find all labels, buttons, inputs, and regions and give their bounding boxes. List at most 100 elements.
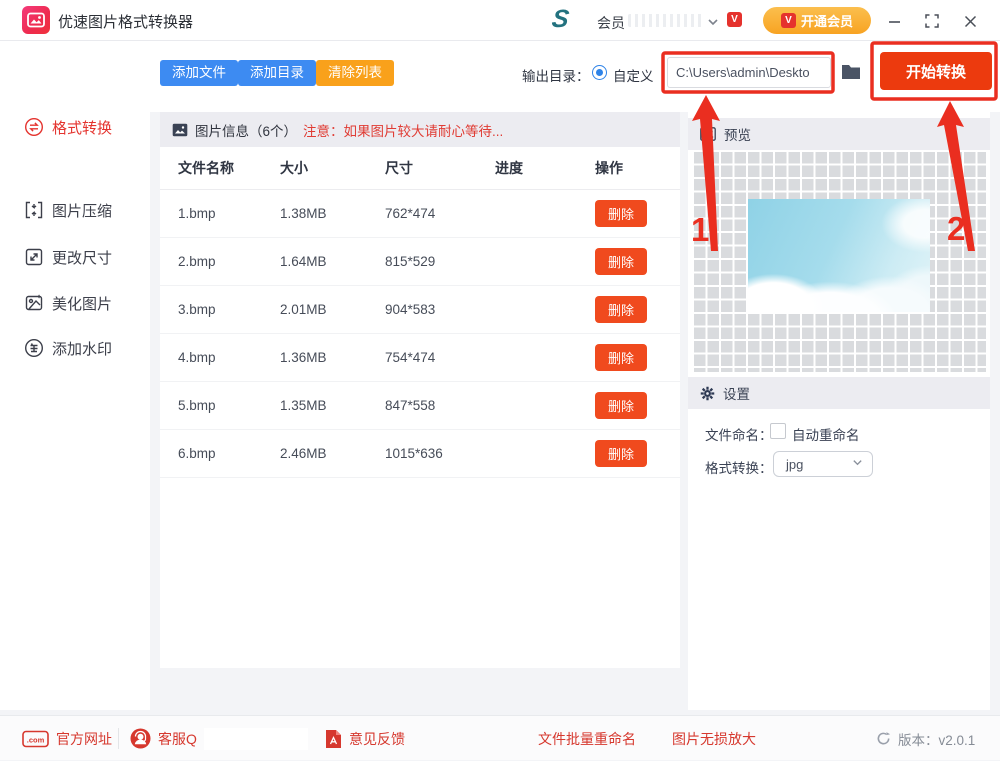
minimize-button[interactable] [884, 11, 904, 31]
actions-cell: 删除 [590, 248, 675, 275]
sidebar-item-image-compress[interactable]: 图片压缩 [0, 193, 150, 227]
custom-output-label: 自定义 [613, 69, 654, 84]
file-info-bar: 图片信息（6个） 注意：如果图片较大请耐心等待... [160, 112, 680, 147]
maximize-button[interactable] [922, 11, 942, 31]
sidebar-item-label: 美化图片 [52, 295, 113, 313]
preview-settings-panel: 预览 设置 文件命名： 自动重命名 格式转换： jpg [688, 112, 990, 710]
file-size: 1.36MB [280, 350, 327, 365]
file-name: 6.bmp [178, 446, 216, 461]
file-size: 2.01MB [280, 302, 327, 317]
resize-icon [24, 247, 44, 267]
file-name: 5.bmp [178, 398, 216, 413]
actions-cell: 删除 [590, 440, 675, 467]
support-qq-link[interactable]: 客服Q [130, 716, 308, 761]
sidebar-item-format-convert[interactable]: 格式转换 [0, 110, 150, 144]
auto-rename-label: 自动重命名 [792, 428, 860, 443]
file-dimensions: 762*474 [385, 206, 436, 221]
official-website-label: 官方网址 [56, 730, 112, 747]
refresh-icon [877, 732, 891, 745]
beautify-image-icon [24, 293, 44, 313]
preview-title: 预览 [724, 128, 751, 143]
svg-text:.com: .com [27, 735, 45, 744]
file-name: 2.bmp [178, 254, 216, 269]
delete-button[interactable]: 删除 [595, 344, 647, 371]
clear-list-button[interactable]: 清除列表 [316, 60, 394, 86]
table-row: 3.bmp 2.01MB 904*583 删除 [160, 286, 680, 334]
preview-header: 预览 [688, 118, 990, 150]
table-row: 6.bmp 2.46MB 1015*636 删除 [160, 430, 680, 478]
title-bar: 优速图片格式转换器 S 会员 V V 开通会员 [0, 0, 1000, 41]
radio-dot [595, 68, 603, 76]
open-vip-button[interactable]: V 开通会员 [763, 7, 871, 34]
feedback-link[interactable]: 意见反馈 [325, 716, 405, 761]
batch-rename-link[interactable]: 文件批量重命名 [538, 716, 636, 761]
sidebar-item-label: 格式转换 [52, 119, 113, 137]
official-website-link[interactable]: .com 官方网址 [22, 716, 112, 761]
actions-cell: 删除 [590, 200, 675, 227]
file-size: 1.35MB [280, 398, 327, 413]
close-button[interactable] [960, 11, 980, 31]
naming-label: 文件命名： [705, 428, 773, 443]
file-dimensions: 754*474 [385, 350, 436, 365]
app-window: 优速图片格式转换器 S 会员 V V 开通会员 格式转换 图片压缩 更改尺寸 美… [0, 0, 1000, 760]
file-dimensions: 904*583 [385, 302, 436, 317]
file-name: 4.bmp [178, 350, 216, 365]
settings-header: 设置 [688, 377, 990, 409]
actions-cell: 删除 [590, 296, 675, 323]
member-account-redacted [628, 14, 704, 27]
chevron-down-icon[interactable] [707, 15, 719, 27]
file-size: 2.46MB [280, 446, 327, 461]
output-path-input[interactable] [667, 57, 831, 88]
sidebar-item-resize[interactable]: 更改尺寸 [0, 240, 150, 274]
col-header-dimensions: 尺寸 [385, 160, 413, 176]
delete-button[interactable]: 删除 [595, 440, 647, 467]
version-label: 版本：v2.0.1 [898, 732, 976, 748]
sidebar-item-label: 图片压缩 [52, 202, 113, 220]
add-folder-button[interactable]: 添加目录 [238, 60, 316, 86]
browse-folder-icon[interactable] [840, 62, 862, 82]
col-header-size: 大小 [280, 160, 308, 176]
format-select[interactable]: jpg [773, 451, 873, 477]
file-info-title: 图片信息（6个） [195, 123, 298, 139]
file-name: 3.bmp [178, 302, 216, 317]
format-label: 格式转换： [705, 461, 773, 476]
add-files-button[interactable]: 添加文件 [160, 60, 238, 86]
file-size: 1.64MB [280, 254, 327, 269]
delete-button[interactable]: 删除 [595, 392, 647, 419]
sidebar-item-label: 更改尺寸 [52, 249, 113, 267]
transparency-checkerboard [692, 150, 986, 372]
file-info-warning: 注意：如果图片较大请耐心等待... [303, 123, 504, 139]
delete-button[interactable]: 删除 [595, 200, 647, 227]
version-info: 版本：v2.0.1 [876, 716, 975, 761]
actions-cell: 删除 [590, 392, 675, 419]
gear-icon [700, 386, 715, 400]
vip-badge-icon: V [727, 12, 742, 27]
app-logo-icon [22, 6, 50, 34]
sidebar-item-beautify[interactable]: 美化图片 [0, 286, 150, 320]
file-dimensions: 1015*636 [385, 446, 443, 461]
file-dimensions: 815*529 [385, 254, 436, 269]
delete-button[interactable]: 删除 [595, 296, 647, 323]
sidebar-item-watermark[interactable]: 添加水印 [0, 331, 150, 365]
table-row: 4.bmp 1.36MB 754*474 删除 [160, 334, 680, 382]
app-title: 优速图片格式转换器 [58, 14, 194, 31]
delete-button[interactable]: 删除 [595, 248, 647, 275]
brand-s-logo: S [550, 5, 569, 33]
watermark-stamp-icon [24, 338, 44, 358]
image-info-icon [172, 123, 188, 136]
lossless-zoom-link[interactable]: 图片无损放大 [672, 716, 756, 761]
footer-divider [118, 728, 119, 749]
start-convert-button[interactable]: 开始转换 [880, 52, 992, 90]
image-compress-icon [24, 200, 44, 220]
auto-rename-checkbox[interactable] [770, 423, 786, 439]
support-qq-redacted [203, 727, 308, 750]
custom-output-radio[interactable] [592, 65, 607, 80]
format-convert-icon [24, 117, 44, 137]
output-dir-label: 输出目录： [522, 69, 590, 84]
col-header-actions: 操作 [595, 160, 623, 176]
file-name: 1.bmp [178, 206, 216, 221]
table-body: 1.bmp 1.38MB 762*474 删除 2.bmp 1.64MB 815… [160, 190, 680, 478]
preview-icon [700, 127, 716, 141]
com-icon: .com [22, 730, 49, 747]
support-qq-label: 客服Q [158, 730, 197, 747]
